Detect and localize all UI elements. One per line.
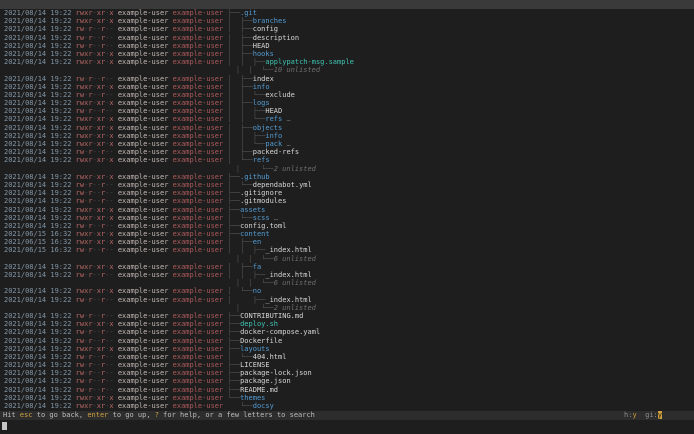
tree-row[interactable]: 2021/08/14 19:22 rw-r--r-- example-user … [0,42,694,50]
tree-row[interactable]: 2021/08/14 19:22 rwxr-xr-x example-user … [0,173,694,181]
tree-row[interactable]: 2021/08/14 19:22 rwxr-xr-x example-user … [0,287,694,295]
tree-row[interactable]: 2021/08/14 19:22 rwxr-xr-x example-user … [0,58,694,66]
file-tree: 2021/08/14 19:22 rwxr-xr-x example-user … [0,9,694,411]
tree-row-unlisted[interactable]: │ └──2 unlisted [0,304,694,312]
tree-row[interactable]: 2021/08/14 19:22 rw-r--r-- example-user … [0,312,694,320]
tree-row[interactable]: 2021/08/14 19:22 rw-r--r-- example-user … [0,377,694,385]
tree-row[interactable]: 2021/08/14 19:22 rwxr-xr-x example-user … [0,83,694,91]
hint-text: Hit esc to go back, enter to go up, ? fo… [3,411,315,419]
tree-row[interactable]: 2021/08/14 19:22 rwxr-xr-x example-user … [0,50,694,58]
tree-row[interactable]: 2021/08/14 19:22 rwxr-xr-x example-user … [0,320,694,328]
tree-row[interactable]: 2021/08/14 19:22 rwxr-xr-x example-user … [0,9,694,17]
tree-row[interactable]: 2021/08/14 19:22 rw-r--r-- example-user … [0,337,694,345]
tree-row[interactable]: 2021/08/14 19:22 rw-r--r-- example-user … [0,353,694,361]
tree-row-unlisted[interactable]: │ │ └──10 unlisted [0,66,694,74]
tree-row[interactable]: 2021/08/14 19:22 rwxr-xr-x example-user … [0,394,694,402]
tree-row[interactable]: 2021/08/14 19:22 rwxr-xr-x example-user … [0,345,694,353]
tree-row[interactable]: 2021/08/14 19:22 rw-r--r-- example-user … [0,148,694,156]
tree-row[interactable]: 2021/08/14 19:22 rw-r--r-- example-user … [0,34,694,42]
flag-gi: gi:y [645,411,662,419]
tree-row[interactable]: 2021/08/14 19:22 rw-r--r-- example-user … [0,296,694,304]
tree-row[interactable]: 2021/08/14 19:22 rw-r--r-- example-user … [0,75,694,83]
current-path-bar: /home/example-user/docsy-example [0,0,694,9]
tree-row[interactable]: 2021/08/14 19:22 rw-r--r-- example-user … [0,91,694,99]
tree-row[interactable]: 2021/08/14 19:22 rw-r--r-- example-user … [0,181,694,189]
tree-row[interactable]: 2021/08/14 19:22 rw-r--r-- example-user … [0,386,694,394]
tree-row[interactable]: 2021/08/14 19:22 rw-r--r-- example-user … [0,222,694,230]
tree-row[interactable]: 2021/08/14 19:22 rw-r--r-- example-user … [0,197,694,205]
flag-h: h:y [624,411,637,419]
tree-row[interactable]: 2021/08/14 19:22 rwxr-xr-x example-user … [0,206,694,214]
broot-terminal: /home/example-user/docsy-example 2021/08… [0,0,694,434]
tree-row[interactable]: 2021/08/14 19:22 rw-r--r-- example-user … [0,369,694,377]
tree-row[interactable]: 2021/06/15 16:32 rwxr-xr-x example-user … [0,238,694,246]
tree-row[interactable]: 2021/08/14 19:22 rwxr-xr-x example-user … [0,17,694,25]
search-input[interactable] [0,420,694,434]
tree-row[interactable]: 2021/08/14 19:22 rwxr-xr-x example-user … [0,263,694,271]
tree-row[interactable]: 2021/08/14 19:22 rw-r--r-- example-user … [0,328,694,336]
tree-row[interactable]: 2021/08/14 19:22 rw-r--r-- example-user … [0,107,694,115]
tree-row-unlisted[interactable]: │ │ └──6 unlisted [0,279,694,287]
mode-flags: h:y gi:y [624,411,694,420]
text-cursor [2,422,7,430]
tree-row[interactable]: 2021/08/14 19:22 rwxr-xr-x example-user … [0,140,694,148]
tree-row[interactable]: 2021/08/14 19:22 rwxr-xr-x example-user … [0,132,694,140]
tree-row[interactable]: 2021/08/14 19:22 rw-r--r-- example-user … [0,271,694,279]
tree-row[interactable]: 2021/08/14 19:22 rw-r--r-- example-user … [0,25,694,33]
status-bar: Hit esc to go back, enter to go up, ? fo… [0,411,694,420]
tree-row[interactable]: 2021/08/14 19:22 rwxr-xr-x example-user … [0,402,694,410]
tree-row[interactable]: 2021/06/15 16:32 rwxr-xr-x example-user … [0,230,694,238]
tree-row[interactable]: 2021/08/14 19:22 rwxr-xr-x example-user … [0,214,694,222]
tree-row[interactable]: 2021/08/14 19:22 rwxr-xr-x example-user … [0,115,694,123]
tree-row[interactable]: 2021/08/14 19:22 rwxr-xr-x example-user … [0,124,694,132]
tree-row[interactable]: 2021/06/15 16:32 rw-r--r-- example-user … [0,246,694,254]
tree-row[interactable]: 2021/08/14 19:22 rwxr-xr-x example-user … [0,99,694,107]
tree-row[interactable]: 2021/08/14 19:22 rwxr-xr-x example-user … [0,156,694,164]
tree-row[interactable]: 2021/08/14 19:22 rw-r--r-- example-user … [0,361,694,369]
tree-row-unlisted[interactable]: │ └──2 unlisted [0,165,694,173]
tree-row[interactable]: 2021/08/14 19:22 rw-r--r-- example-user … [0,189,694,197]
tree-row-unlisted[interactable]: │ │ └──6 unlisted [0,255,694,263]
